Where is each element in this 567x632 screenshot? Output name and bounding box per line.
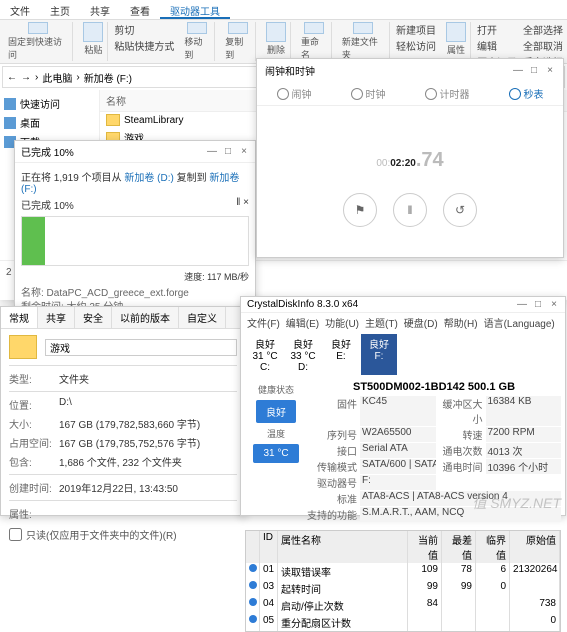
menu-disk[interactable]: 硬盘(D) (404, 315, 438, 330)
menu-theme[interactable]: 主题(T) (365, 315, 398, 330)
stopwatch-display: 00:02:20.74 (257, 136, 563, 175)
smart-table: ID属性名称当前值最差值临界值原始值 01读取错误率10978621320264… (245, 530, 561, 632)
status-dot-icon (249, 564, 257, 572)
disk-name: ST500DM002-1BD142 500.1 GB (307, 381, 561, 393)
table-row[interactable]: 03起转时间99990 (246, 580, 560, 597)
drive-e[interactable]: 良好E: (323, 334, 359, 375)
timer-icon (425, 88, 437, 100)
menu-lang[interactable]: 语言(Language) (484, 315, 555, 330)
menu-file[interactable]: 文件(F) (247, 315, 280, 330)
newfolder-icon[interactable] (353, 22, 373, 34)
sidebar-quick[interactable]: 快速访问 (4, 94, 95, 113)
drive-f[interactable]: 良好F: (361, 334, 397, 375)
folder-icon (9, 335, 37, 359)
tab-home[interactable]: 主页 (40, 0, 80, 19)
readonly-checkbox[interactable] (9, 528, 22, 541)
table-row[interactable]: 01读取错误率10978621320264 (246, 563, 560, 580)
folder-icon (106, 114, 120, 126)
drive-c[interactable]: 良好31 °CC: (247, 334, 283, 375)
health-badge: 良好 (256, 400, 296, 423)
fwd-icon[interactable]: → (21, 72, 31, 83)
tab-general[interactable]: 常规 (1, 307, 38, 328)
moveto-icon[interactable] (187, 22, 207, 34)
clock-icon (351, 88, 363, 100)
name-input[interactable] (45, 339, 237, 356)
max-icon[interactable]: □ (533, 299, 543, 310)
tab-custom[interactable]: 自定义 (179, 307, 226, 328)
watermark: 值 SMYZ.NET (472, 493, 561, 513)
max-icon[interactable]: □ (529, 65, 539, 76)
temp-badge: 31 °C (253, 444, 298, 463)
copy-title: 已完成 10% (21, 144, 74, 159)
tab-prev[interactable]: 以前的版本 (112, 307, 179, 328)
status-dot-icon (249, 615, 257, 623)
tab-sharing[interactable]: 共享 (38, 307, 75, 328)
speed-label: 速度: 117 MB/秒 (21, 270, 249, 283)
rename-icon[interactable] (304, 22, 324, 34)
drive-d[interactable]: 良好33 °CD: (285, 334, 321, 375)
close-icon[interactable]: × (239, 146, 249, 157)
status-dot-icon (249, 598, 257, 606)
pause-button[interactable]: ‖ (393, 193, 427, 227)
copyto-icon[interactable] (228, 22, 248, 34)
menu-help[interactable]: 帮助(H) (444, 315, 478, 330)
menu-func[interactable]: 功能(U) (325, 315, 359, 330)
min-icon[interactable]: — (517, 299, 527, 310)
close-icon[interactable]: × (549, 299, 559, 310)
tab-view[interactable]: 查看 (120, 0, 160, 19)
table-row[interactable]: 05重分配扇区计数0 (246, 614, 560, 631)
alarm-icon (277, 88, 289, 100)
tab-security[interactable]: 安全 (75, 307, 112, 328)
sidebar-desktop[interactable]: 桌面 (4, 113, 95, 132)
back-icon[interactable]: ← (7, 72, 17, 83)
tab-alarm[interactable]: 闹钟 (277, 86, 312, 101)
props-icon[interactable] (446, 22, 466, 42)
tab-file[interactable]: 文件 (0, 0, 40, 19)
paste-icon[interactable] (83, 22, 103, 42)
tab-stopwatch[interactable]: 秒表 (509, 86, 544, 101)
desktop-icon (4, 117, 16, 129)
pin-icon[interactable] (28, 22, 48, 34)
min-icon[interactable]: — (513, 65, 523, 76)
lap-button[interactable]: ⚑ (343, 193, 377, 227)
tab-timer[interactable]: 计时器 (425, 86, 470, 101)
close-icon[interactable]: × (545, 65, 555, 76)
clock-title: 闹钟和时钟 (265, 63, 315, 78)
menu-edit[interactable]: 编辑(E) (286, 315, 319, 330)
table-row[interactable]: 04启动/停止次数84738 (246, 597, 560, 614)
progress-bar (21, 216, 249, 266)
stopwatch-icon (509, 88, 521, 100)
delete-icon[interactable] (266, 22, 286, 42)
tab-drive-tools[interactable]: 驱动器工具 (160, 0, 230, 19)
status-dot-icon (249, 581, 257, 589)
min-icon[interactable]: — (207, 146, 217, 157)
star-icon (4, 98, 16, 110)
reset-button[interactable]: ↺ (443, 193, 477, 227)
tab-clock[interactable]: 时钟 (351, 86, 386, 101)
max-icon[interactable]: □ (223, 146, 233, 157)
cdi-title: CrystalDiskInfo 8.3.0 x64 (247, 299, 358, 310)
tab-share[interactable]: 共享 (80, 0, 120, 19)
